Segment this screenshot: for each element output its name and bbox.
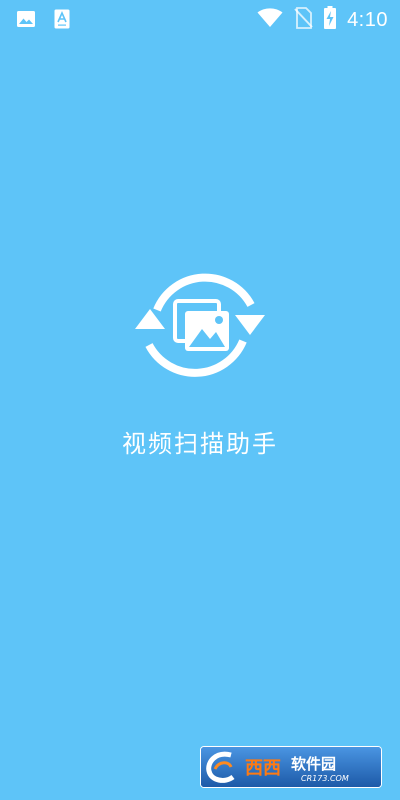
app-title: 视频扫描助手 — [122, 430, 278, 458]
svg-text:CR173.COM: CR173.COM — [301, 774, 349, 783]
text-notification-icon — [54, 9, 70, 33]
battery-charging-icon — [323, 6, 337, 34]
status-left-icons — [16, 9, 70, 33]
watermark-logo: 西西 软件园 CR173.COM — [200, 746, 382, 788]
svg-text:西西: 西西 — [245, 758, 281, 779]
gallery-notification-icon — [16, 10, 36, 32]
status-time: 4:10 — [347, 9, 388, 31]
svg-text:软件园: 软件园 — [291, 755, 336, 773]
status-right-icons: 4:10 — [257, 6, 388, 34]
photo-sync-icon — [133, 265, 267, 385]
status-bar: 4:10 — [0, 0, 400, 36]
wifi-icon — [257, 8, 283, 32]
no-sim-icon — [293, 7, 313, 33]
